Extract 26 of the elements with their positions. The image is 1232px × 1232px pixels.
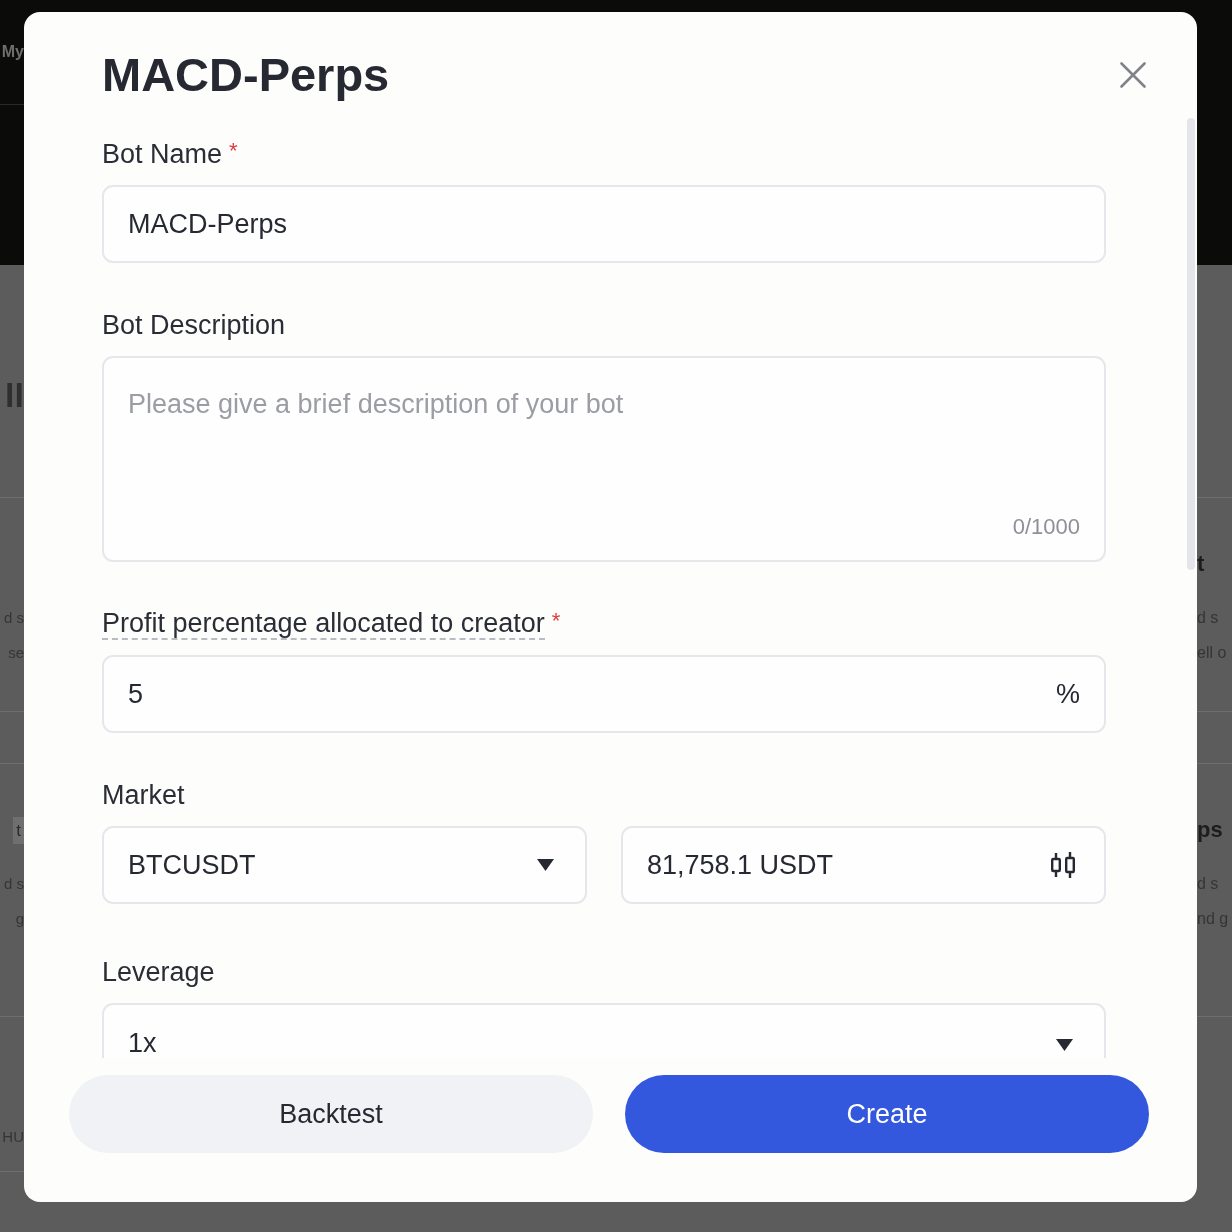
nav-text: My	[1, 42, 24, 62]
dropdown-field[interactable]: 1x	[102, 1003, 1106, 1058]
candlestick-icon[interactable]	[1048, 850, 1078, 880]
number-input-field[interactable]: 5 %	[102, 655, 1106, 733]
dropdown-field[interactable]: BTCUSDT	[102, 826, 587, 904]
field-label: Leverage	[102, 957, 215, 988]
close-icon	[1120, 62, 1146, 88]
dialog-title: MACD-Perps	[102, 48, 390, 101]
character-counter: 0/1000	[1012, 514, 1080, 540]
field-label: Bot Name	[102, 139, 223, 170]
text-input-field[interactable]: MACD-Perps	[102, 185, 1106, 263]
field-label: Bot Description	[102, 310, 286, 341]
scrollbar-thumb[interactable]	[1187, 118, 1195, 570]
field-label: Market	[102, 780, 185, 811]
dialog-button[interactable]: Create	[625, 1075, 1149, 1153]
close-button[interactable]	[1120, 62, 1146, 88]
price-field[interactable]: 81,758.1 USDT	[621, 826, 1106, 904]
caret-icon	[537, 859, 554, 871]
card-tag: t	[13, 816, 24, 844]
required-mark: *	[229, 140, 238, 162]
card-title: t	[1197, 551, 1205, 577]
caret-icon	[1056, 1039, 1073, 1051]
dialog-button[interactable]: Backtest	[69, 1075, 593, 1153]
required-mark: *	[551, 610, 561, 632]
field-label: Profit percentage allocated to creator	[102, 609, 545, 640]
card-title: ps	[1197, 817, 1223, 843]
